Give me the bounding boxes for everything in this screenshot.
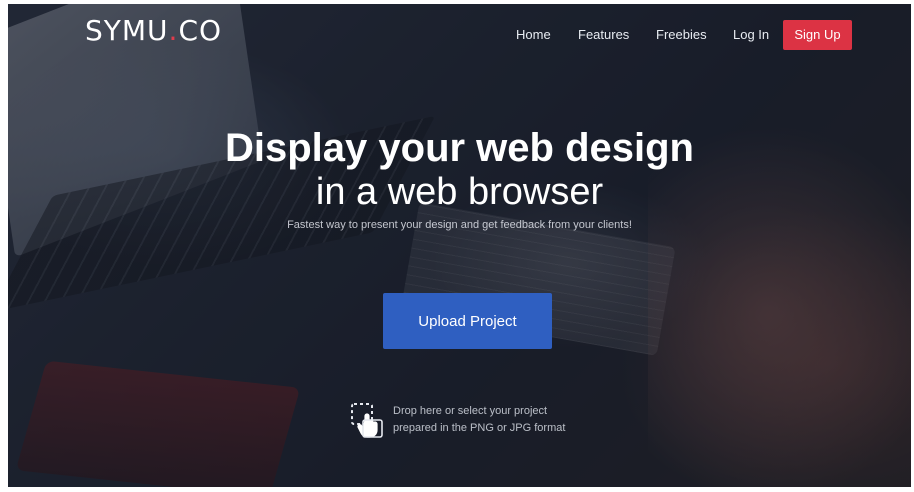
hero-section: SYMU.CO Home Features Freebies Log In Si… [8, 4, 911, 487]
logo[interactable]: SYMU.CO [85, 14, 222, 47]
logo-part2: CO [178, 14, 223, 47]
hero-tagline: Fastest way to present your design and g… [287, 219, 632, 231]
signup-button[interactable]: Sign Up [783, 20, 852, 50]
nav-home-link[interactable]: Home [516, 27, 551, 42]
hero-headline: Display your web design [224, 126, 694, 170]
logo-part1: SYMU [85, 14, 169, 47]
hero-subheadline: in a web browser [315, 171, 604, 213]
nav-login-link[interactable]: Log In [733, 27, 769, 42]
nav-features-link[interactable]: Features [578, 27, 629, 42]
drop-instructions-line1: Drop here or select your project [393, 405, 548, 417]
upload-project-button[interactable]: Upload Project [383, 293, 552, 349]
drop-instructions-line2: prepared in the PNG or JPG format [393, 422, 566, 434]
drag-drop-hand-icon[interactable] [350, 402, 384, 438]
logo-dot: . [168, 14, 179, 47]
drop-instructions: Drop here or select your project prepare… [393, 403, 565, 437]
nav-freebies-link[interactable]: Freebies [656, 27, 707, 42]
